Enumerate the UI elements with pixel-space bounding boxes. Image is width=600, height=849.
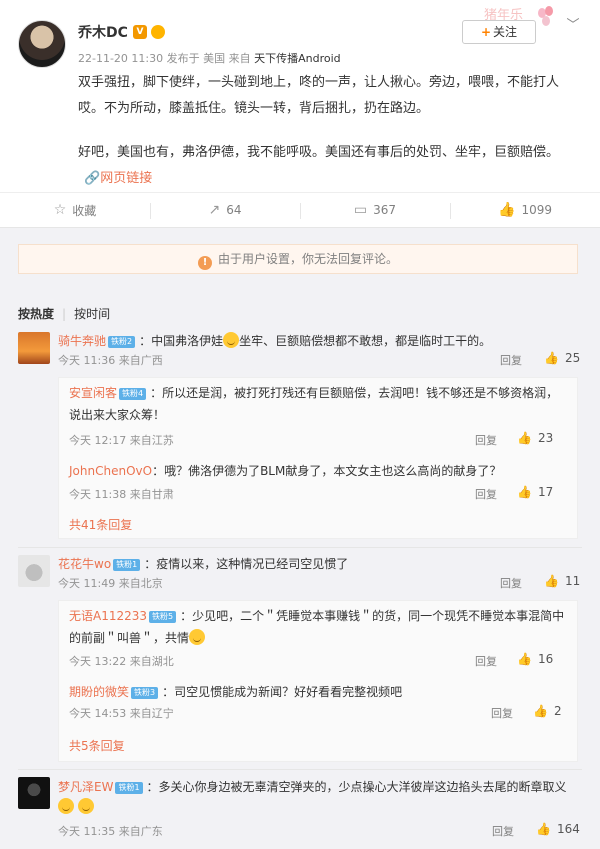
reply-button[interactable]: 回复 <box>475 653 497 669</box>
replier-name[interactable]: 安宣闲客 <box>69 386 117 400</box>
emoji-icon <box>77 798 94 814</box>
comment-text: 花花牛wo 铁粉1 ：疫情以来，这种情况已经司空见惯了 <box>58 557 349 571</box>
reply-text: 无语A112233 铁粉5 ：少见吧，二个＂凭睡觉本事赚钱＂的货，同一个现凭不睡觉本… <box>69 609 565 645</box>
reply-like-button[interactable]: 👍 23 <box>517 431 553 445</box>
divider <box>18 547 582 548</box>
reply-restricted-notice: ! 由于用户设置，你无法回复评论。 <box>18 244 578 274</box>
reply-button[interactable]: 回复 <box>492 823 514 839</box>
web-link[interactable]: 🔗网页链接 <box>84 171 152 186</box>
post-meta: 22-11-20 11:30 发布于 美国 来自 天下传播Android <box>78 50 341 66</box>
commenter-name[interactable]: 花花牛wo <box>58 557 111 571</box>
repost-button[interactable]: ↗ 64 <box>150 193 300 227</box>
more-replies-link[interactable]: 共41条回复 <box>69 516 132 533</box>
reply-text: 期盼的微笑 铁粉3 ：司空见惯能成为新闻？好好看看完整视频吧 <box>69 685 403 699</box>
thumb-up-icon: 👍 <box>517 485 532 499</box>
fan-badge: 铁粉1 <box>113 559 141 571</box>
thumb-up-icon: 👍 <box>498 202 516 218</box>
comment-meta: 今天 11:35 来自广东 <box>58 825 163 838</box>
reply-meta: 今天 12:17 来自江苏 <box>69 434 174 447</box>
reply-button[interactable]: 回复 <box>475 486 497 502</box>
fan-badge: 铁粉2 <box>108 336 136 348</box>
reply-like-button[interactable]: 👍 16 <box>517 652 553 666</box>
fan-badge: 铁粉3 <box>131 687 159 699</box>
sort-tabs: 按热度 | 按时间 <box>18 307 111 321</box>
commenter-avatar[interactable] <box>18 555 50 587</box>
crown-badge-icon <box>151 25 165 39</box>
commenter-name[interactable]: 梦凡泽EW <box>58 780 113 794</box>
chevron-down-icon[interactable]: ﹀ <box>563 14 583 34</box>
thumb-up-icon: 👍 <box>544 351 559 365</box>
weibo-post: 乔木DC V 22-11-20 11:30 发布于 美国 来自 天下传播Andr… <box>0 0 600 192</box>
comment-icon: ▭ <box>353 202 368 218</box>
comment-button[interactable]: ▭ 367 <box>300 193 450 227</box>
fan-badge: 铁粉1 <box>115 782 143 794</box>
reply-like-button[interactable]: 👍 17 <box>517 485 553 499</box>
reply-button[interactable]: 回复 <box>500 575 522 591</box>
tab-sort-time[interactable]: 按时间 <box>74 307 110 321</box>
author-name[interactable]: 乔木DC <box>78 22 128 42</box>
reply-like-button[interactable]: 👍 2 <box>533 704 562 718</box>
emoji-icon <box>58 798 74 814</box>
comment-like-button[interactable]: 👍 11 <box>544 574 580 588</box>
comment-like-button[interactable]: 👍 25 <box>544 351 580 365</box>
thumb-up-icon: 👍 <box>544 574 559 588</box>
post-paragraph-1: 双手强扭，脚下使绊，一头碰到地上，咚的一声，让人揪心。旁边，喂喂，不能打人哎。不… <box>78 75 560 116</box>
share-icon: ↗ <box>208 202 221 218</box>
follow-button[interactable]: + 关注 <box>462 20 536 44</box>
comment-text: 骑牛奔驰 铁粉2 ：中国弗洛伊娃 坐牢、巨额赔偿想都不敢想，都是临时工干的。 <box>58 332 492 348</box>
follow-label: 关注 <box>493 25 518 39</box>
reply-meta: 今天 11:38 来自甘肃 <box>69 488 174 501</box>
reply-meta: 今天 13:22 来自湖北 <box>69 655 174 668</box>
post-source[interactable]: 天下传播Android <box>254 52 341 65</box>
link-icon: 🔗 <box>84 171 101 186</box>
warning-icon: ! <box>197 256 212 270</box>
fan-badge: 铁粉5 <box>149 611 177 623</box>
replier-name[interactable]: 无语A112233 <box>69 609 147 623</box>
thumb-up-icon: 👍 <box>536 822 551 836</box>
reply-button[interactable]: 回复 <box>475 432 497 448</box>
star-icon: ☆ <box>53 202 67 218</box>
commenter-avatar[interactable] <box>18 777 50 809</box>
reply-button[interactable]: 回复 <box>500 352 522 368</box>
comment-meta: 今天 11:49 来自北京 <box>58 577 163 590</box>
reply-text: JohnChenOvO：哦？佛洛伊德为了BLM献身了，本文女主也这么高尚的献身了… <box>69 464 502 478</box>
commenter-avatar[interactable] <box>18 332 50 364</box>
post-body: 双手强扭，脚下使绊，一头碰到地上，咚的一声，让人揪心。旁边，喂喂，不能打人哎。不… <box>78 70 576 192</box>
author-avatar[interactable] <box>18 20 66 68</box>
post-time-location: 22-11-20 11:30 发布于 美国 来自 <box>78 52 251 65</box>
reply-meta: 今天 14:53 来自辽宁 <box>69 707 174 720</box>
comment-item: 梦凡泽EW 铁粉1 ：多关心你身边被无辜清空弹夹的，少点操心大洋彼岸这边掐头去尾的断… <box>18 777 582 847</box>
fan-badge: 铁粉4 <box>119 388 147 400</box>
reply-text: 安宣闲客 铁粉4 ：所以还是润，被打死打残还有巨额赔偿，去润吧！钱不够还是不够资格润… <box>69 386 559 422</box>
post-paragraph-2: 好吧，美国也有，弗洛伊德，我不能呼吸。美国还有事后的处罚、坐牢，巨额赔偿。🔗网页… <box>78 145 560 186</box>
verified-badge-icon: V <box>133 25 147 39</box>
commenter-name[interactable]: 骑牛奔驰 <box>58 334 106 348</box>
reply-list: 无语A112233 铁粉5 ：少见吧，二个＂凭睡觉本事赚钱＂的货，同一个现凭不睡觉本… <box>58 600 578 762</box>
comment-like-button[interactable]: 👍 164 <box>536 822 580 836</box>
post-action-bar: ☆ 收藏 ↗ 64 ▭ 367 👍 1099 <box>0 192 600 228</box>
reply-button[interactable]: 回复 <box>491 705 513 721</box>
thumb-up-icon: 👍 <box>517 652 532 666</box>
emoji-icon <box>189 629 206 645</box>
emoji-icon <box>223 332 240 348</box>
more-replies-link[interactable]: 共5条回复 <box>69 737 125 754</box>
comment-meta: 今天 11:36 来自广西 <box>58 354 163 367</box>
tab-sort-hot[interactable]: 按热度 <box>18 307 54 321</box>
comment-text: 梦凡泽EW 铁粉1 ：多关心你身边被无辜清空弹夹的，少点操心大洋彼岸这边掐头去尾的断… <box>58 777 578 817</box>
like-button[interactable]: 👍 1099 <box>450 193 600 227</box>
reply-list: 安宣闲客 铁粉4 ：所以还是润，被打死打残还有巨额赔偿，去润吧！钱不够还是不够资格润… <box>58 377 578 539</box>
replier-name[interactable]: JohnChenOvO <box>69 464 152 478</box>
favorite-button[interactable]: ☆ 收藏 <box>0 193 150 227</box>
thumb-up-icon: 👍 <box>533 704 548 718</box>
replier-name[interactable]: 期盼的微笑 <box>69 685 129 699</box>
balloons-icon <box>538 6 554 36</box>
thumb-up-icon: 👍 <box>517 431 532 445</box>
divider <box>18 769 582 770</box>
